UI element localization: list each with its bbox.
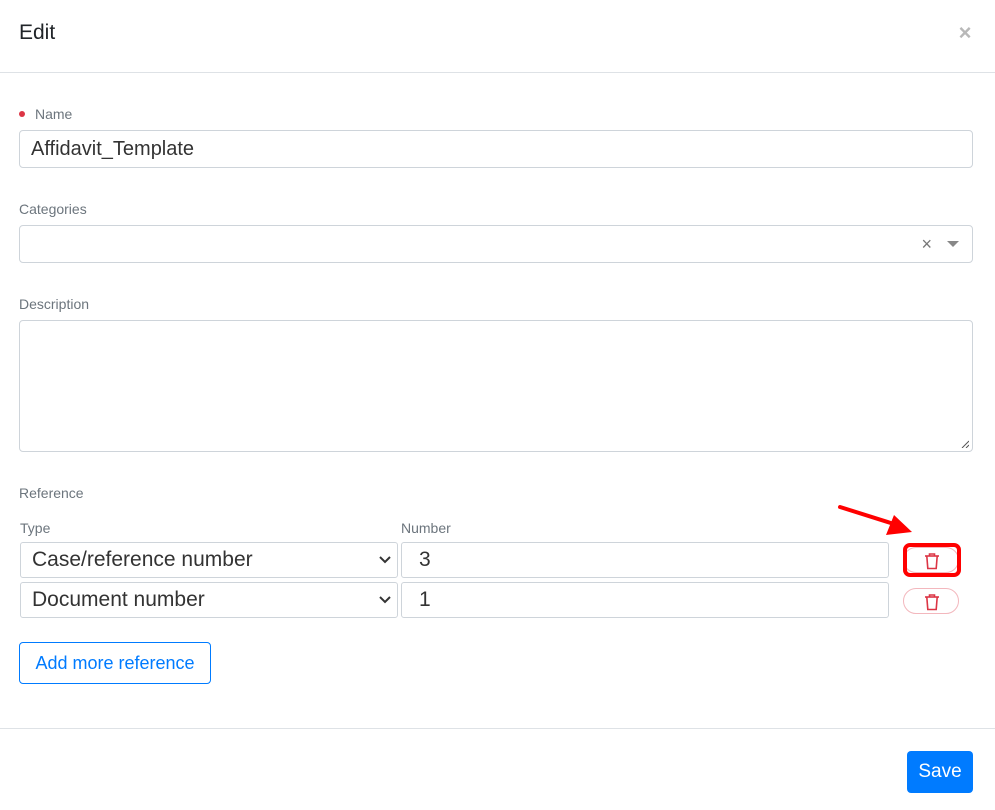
chevron-down-icon: [379, 556, 391, 564]
add-more-reference-button[interactable]: Add more reference: [19, 642, 211, 684]
reference-number-input[interactable]: 1: [401, 582, 889, 618]
reference-type-select[interactable]: Document number: [20, 582, 398, 618]
annotation-highlight-box: [903, 543, 961, 577]
chevron-down-icon: [379, 596, 391, 604]
reference-type-select[interactable]: Case/reference number: [20, 542, 398, 578]
modal-title: Edit: [19, 21, 56, 44]
reference-type-value: Document number: [32, 588, 205, 611]
close-icon[interactable]: ×: [957, 22, 973, 44]
description-label: Description: [19, 296, 90, 312]
dropdown-caret-icon[interactable]: [947, 241, 959, 247]
annotation-arrow-icon: [838, 505, 912, 535]
name-label-text: Name: [35, 106, 73, 122]
modal-footer: [0, 728, 995, 810]
name-label: Name: [19, 106, 72, 122]
delete-reference-row-2[interactable]: [903, 588, 959, 614]
reference-type-value: Case/reference number: [32, 548, 253, 571]
number-column-header: Number: [401, 520, 451, 536]
reference-number-input[interactable]: 3: [401, 542, 889, 578]
required-indicator: [19, 111, 25, 118]
modal-header: Edit ×: [0, 0, 995, 73]
categories-label: Categories: [19, 201, 87, 217]
save-button[interactable]: Save: [907, 751, 973, 793]
name-input[interactable]: Affidavit_Template: [19, 130, 973, 168]
resize-handle-icon[interactable]: [961, 440, 969, 448]
type-column-header: Type: [20, 520, 51, 536]
trash-icon: [925, 594, 939, 611]
reference-section-label: Reference: [19, 485, 84, 501]
categories-select[interactable]: ×: [19, 225, 973, 263]
description-textarea[interactable]: [19, 320, 973, 452]
clear-icon[interactable]: ×: [921, 233, 932, 255]
